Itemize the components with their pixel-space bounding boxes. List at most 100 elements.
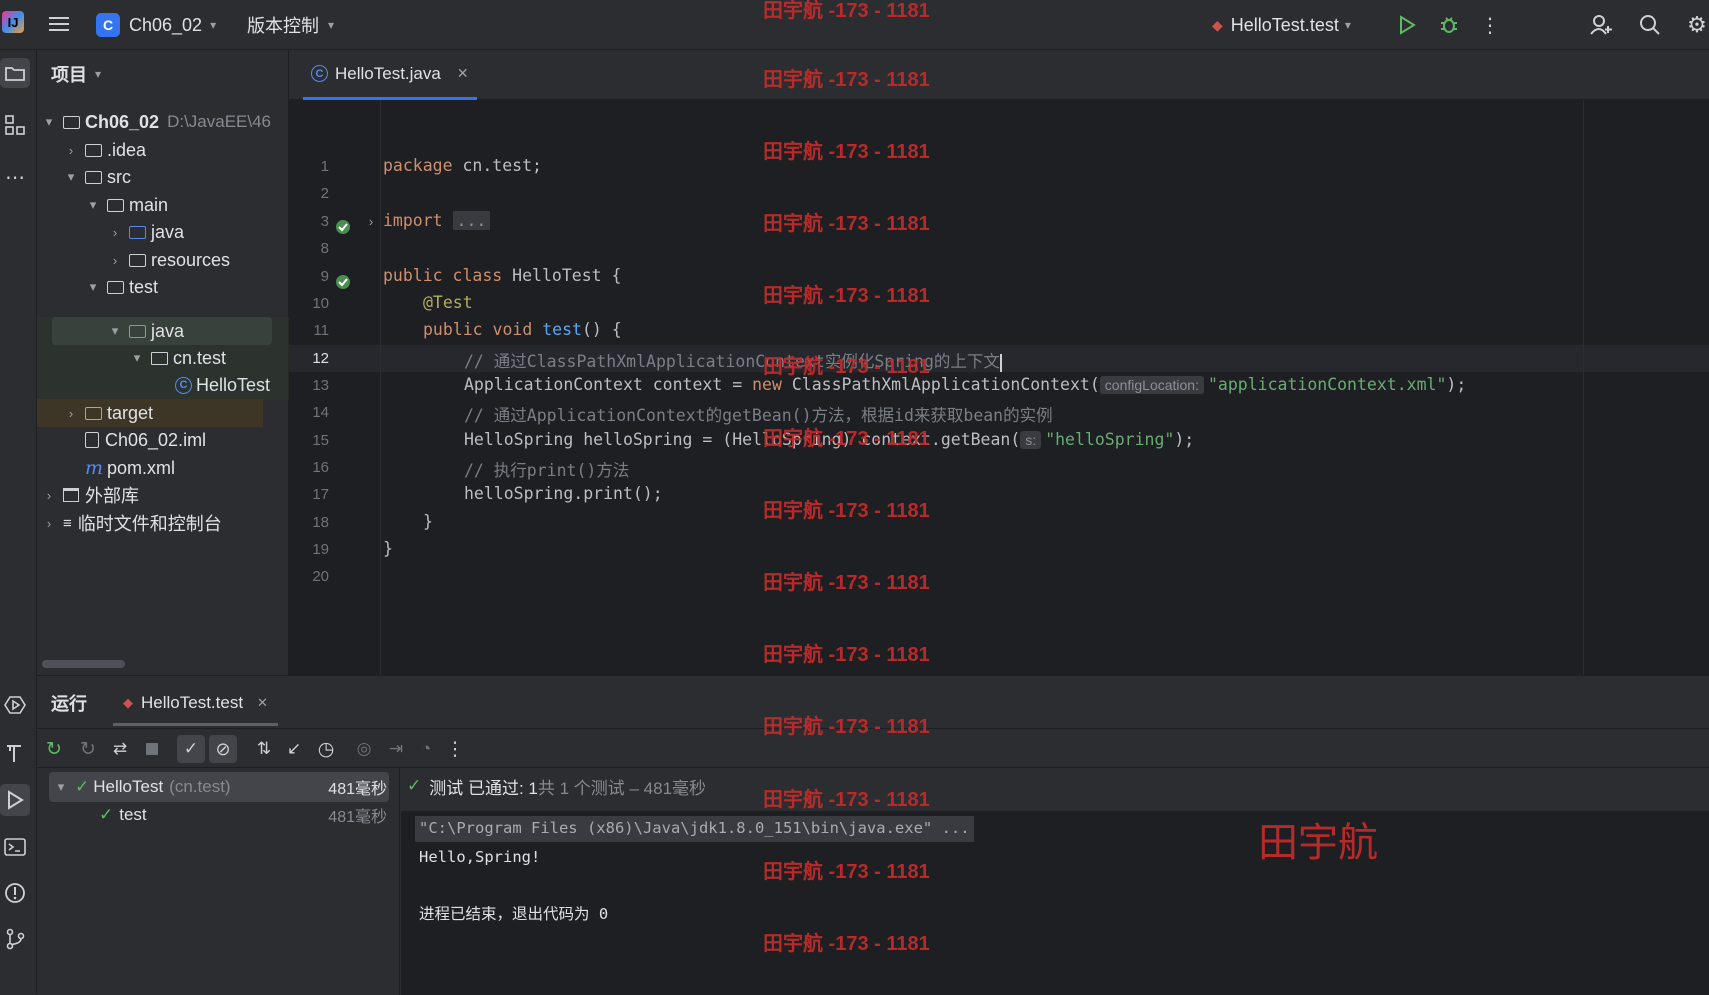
editor-tab[interactable]: C HelloTest.java ✕ xyxy=(303,50,477,100)
main-menu-icon[interactable] xyxy=(46,12,72,36)
more-vertical-icon[interactable]: ⋮ xyxy=(1480,12,1500,38)
history-icon[interactable]: ◷ xyxy=(313,736,339,762)
toggle-auto-test-icon[interactable]: ⇄ xyxy=(107,736,133,762)
junit-icon: ◆ xyxy=(1212,16,1223,33)
run-icon[interactable] xyxy=(1395,12,1419,38)
tree-item-main[interactable]: ▾ main xyxy=(85,191,168,219)
code-line-13[interactable]: ApplicationContext context = new ClassPa… xyxy=(464,375,1466,394)
tree-item-label: Ch06_02 xyxy=(85,111,160,132)
tree-item-pom[interactable]: m pom.xml xyxy=(85,454,175,482)
tree-item-package[interactable]: ▾ cn.test xyxy=(129,344,226,372)
line-number: 20 xyxy=(312,568,329,585)
tree-item-target[interactable]: › target xyxy=(37,399,263,427)
code-line-9[interactable]: public class HelloTest { xyxy=(383,266,621,285)
chevron-right-icon: › xyxy=(46,487,52,503)
code-line-11[interactable]: public void test() { xyxy=(423,320,622,339)
code-line-1[interactable]: package cn.test; xyxy=(383,156,542,175)
right-margin-guide xyxy=(1583,100,1584,675)
source-folder-icon xyxy=(129,225,146,239)
code-line-15[interactable]: HelloSpring helloSpring = (HelloSpring) … xyxy=(464,430,1194,449)
show-passed-icon[interactable]: ✓ xyxy=(177,735,205,763)
code-line-3[interactable]: import ... xyxy=(383,211,491,230)
console-command-line[interactable]: "C:\Program Files (x86)\Java\jdk1.8.0_15… xyxy=(415,816,974,842)
terminal-tool-icon[interactable] xyxy=(0,832,30,862)
folded-imports[interactable]: ... xyxy=(452,211,491,230)
test-child-row[interactable]: ✓ test 481毫秒 xyxy=(99,801,387,829)
screenshot-icon[interactable]: ◎ xyxy=(351,736,377,762)
gutter-divider xyxy=(380,100,381,675)
test-status-passed: 测试 已通过: 1 xyxy=(429,778,538,798)
code-line-12[interactable]: // 通过ClassPathXmlApplicationContext实例化Sp… xyxy=(464,348,1002,372)
debug-icon[interactable] xyxy=(1437,12,1461,38)
collapse-icon[interactable]: ↙ xyxy=(281,736,307,762)
run-tab[interactable]: ◆ HelloTest.test ✕ xyxy=(113,682,278,726)
project-panel-header[interactable]: 项目 ▾ xyxy=(51,60,101,88)
chevron-down-icon: ▾ xyxy=(210,18,217,32)
tree-item-hellotest[interactable]: C HelloTest xyxy=(175,371,270,399)
tree-item-iml[interactable]: Ch06_02.iml xyxy=(85,426,206,454)
more-tools-icon[interactable]: ⋯ xyxy=(0,162,30,192)
folder-icon xyxy=(85,170,102,184)
run-test-gutter-icon[interactable] xyxy=(333,272,353,292)
code-line-14[interactable]: // 通过ApplicationContext的getBean()方法，根据id… xyxy=(464,402,1053,426)
test-child-time: 481毫秒 xyxy=(328,809,387,826)
folder-icon xyxy=(85,143,102,157)
check-icon: ✓ xyxy=(407,776,422,795)
run-tool-icon[interactable] xyxy=(0,784,30,816)
chevron-right-icon: › xyxy=(46,515,52,531)
test-root-time: 481毫秒 xyxy=(328,781,387,798)
close-icon[interactable]: ✕ xyxy=(257,695,268,711)
vcs-menu[interactable]: 版本控制 ▾ xyxy=(247,12,334,38)
junit-icon: ◆ xyxy=(123,694,133,710)
project-tool-icon[interactable] xyxy=(0,58,30,88)
folder-icon xyxy=(107,198,124,212)
chevron-down-icon: ▾ xyxy=(133,350,141,365)
test-root-label: HelloTest xyxy=(93,777,164,796)
run-config-selector[interactable]: ◆ HelloTest.test ▾ xyxy=(1212,12,1351,38)
problems-tool-icon[interactable] xyxy=(0,878,30,908)
tree-item-external-libs[interactable]: › 外部库 xyxy=(41,481,139,509)
gear-icon[interactable]: ⚙ xyxy=(1685,12,1709,38)
code-text: ApplicationContext context = xyxy=(464,375,753,394)
tree-item-main-java[interactable]: › java xyxy=(107,218,184,246)
fold-chevron-icon[interactable]: › xyxy=(365,213,377,229)
code-line-19[interactable]: } xyxy=(383,539,393,558)
services-tool-icon[interactable] xyxy=(0,690,30,720)
rerun-failed-icon[interactable]: ↻ xyxy=(75,736,101,762)
coverage-icon[interactable]: ◔ xyxy=(413,736,439,762)
app-logo-icon[interactable]: IJ xyxy=(2,11,24,33)
tree-item-scratches[interactable]: › ≡ 临时文件和控制台 xyxy=(41,509,222,537)
tree-item-idea[interactable]: › .idea xyxy=(63,136,146,164)
add-user-icon[interactable] xyxy=(1588,12,1614,38)
structure-tool-icon[interactable] xyxy=(0,110,30,140)
code-line-16[interactable]: // 执行print()方法 xyxy=(464,457,629,481)
rerun-icon[interactable]: ↻ xyxy=(41,736,67,762)
tree-item-project-root[interactable]: ▾ Ch06_02 D:\JavaEE\46 xyxy=(41,108,271,136)
build-tool-icon[interactable] xyxy=(0,738,30,768)
git-tool-icon[interactable] xyxy=(0,924,30,954)
code-line-17[interactable]: helloSpring.print(); xyxy=(464,484,663,503)
tree-item-src[interactable]: ▾ src xyxy=(63,163,131,191)
tree-item-resources[interactable]: › resources xyxy=(107,246,230,274)
horizontal-scrollbar[interactable] xyxy=(42,660,125,668)
show-ignored-icon[interactable]: ⊘ xyxy=(209,735,237,763)
tree-item-test[interactable]: ▾ test xyxy=(85,273,158,301)
project-switcher[interactable]: C Ch06_02 ▾ xyxy=(96,12,216,38)
scratches-icon: ≡ xyxy=(63,514,72,532)
line-number: 11 xyxy=(313,322,329,339)
test-root-row[interactable]: ▾ ✓ HelloTest (cn.test) 481毫秒 xyxy=(53,773,387,801)
close-icon[interactable]: ✕ xyxy=(457,65,469,82)
search-icon[interactable] xyxy=(1637,12,1663,38)
project-badge: C xyxy=(96,13,120,37)
code-line-18[interactable]: } xyxy=(423,512,433,531)
run-test-gutter-icon[interactable] xyxy=(333,217,353,237)
code-line-10[interactable]: @Test xyxy=(423,293,473,312)
tree-item-test-java[interactable]: ▾ java xyxy=(107,317,184,345)
import-icon[interactable]: ⇥ xyxy=(383,736,409,762)
more-vertical-icon[interactable]: ⋮ xyxy=(445,736,465,762)
editor-tab-bar xyxy=(289,50,1709,100)
code-text: cn.test; xyxy=(452,156,542,175)
stop-icon[interactable] xyxy=(139,736,165,762)
sort-icon[interactable]: ⇅ xyxy=(251,736,277,762)
test-status-detail: 共 1 个测试 – 481毫秒 xyxy=(537,778,707,798)
